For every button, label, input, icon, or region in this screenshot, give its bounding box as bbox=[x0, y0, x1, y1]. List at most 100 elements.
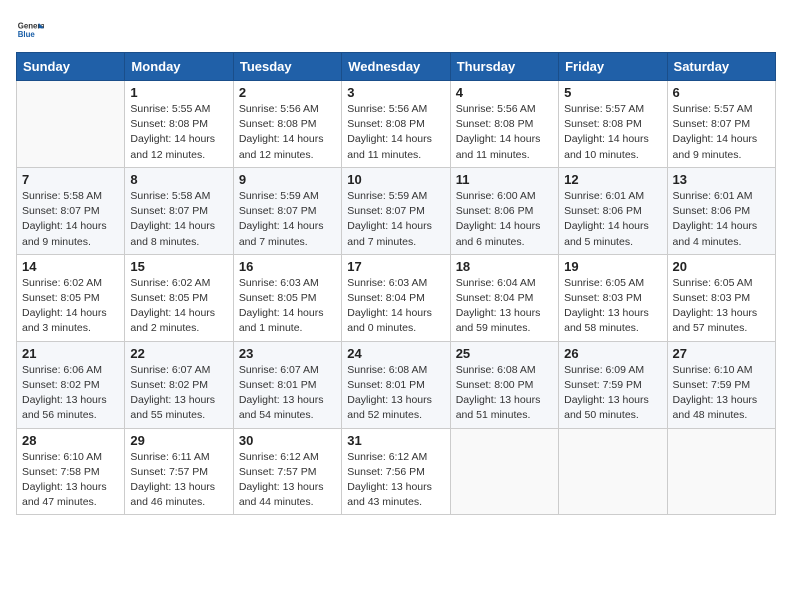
day-number: 3 bbox=[347, 85, 444, 100]
day-info: Sunrise: 6:01 AM Sunset: 8:06 PM Dayligh… bbox=[564, 189, 661, 250]
day-number: 16 bbox=[239, 259, 336, 274]
day-number: 10 bbox=[347, 172, 444, 187]
day-info: Sunrise: 6:11 AM Sunset: 7:57 PM Dayligh… bbox=[130, 450, 227, 511]
day-info: Sunrise: 6:03 AM Sunset: 8:04 PM Dayligh… bbox=[347, 276, 444, 337]
day-info: Sunrise: 6:12 AM Sunset: 7:57 PM Dayligh… bbox=[239, 450, 336, 511]
day-info: Sunrise: 6:09 AM Sunset: 7:59 PM Dayligh… bbox=[564, 363, 661, 424]
day-info: Sunrise: 5:59 AM Sunset: 8:07 PM Dayligh… bbox=[347, 189, 444, 250]
calendar-cell: 4 Sunrise: 5:56 AM Sunset: 8:08 PM Daylig… bbox=[450, 81, 558, 168]
day-number: 14 bbox=[22, 259, 119, 274]
day-number: 20 bbox=[673, 259, 770, 274]
calendar-body: 1 Sunrise: 5:55 AM Sunset: 8:08 PM Daylig… bbox=[17, 81, 776, 515]
day-info: Sunrise: 5:55 AM Sunset: 8:08 PM Dayligh… bbox=[130, 102, 227, 163]
day-number: 4 bbox=[456, 85, 553, 100]
day-number: 26 bbox=[564, 346, 661, 361]
day-info: Sunrise: 5:56 AM Sunset: 8:08 PM Dayligh… bbox=[347, 102, 444, 163]
calendar-cell: 14 Sunrise: 6:02 AM Sunset: 8:05 PM Dayli… bbox=[17, 254, 125, 341]
day-number: 12 bbox=[564, 172, 661, 187]
weekday-friday: Friday bbox=[559, 53, 667, 81]
day-number: 21 bbox=[22, 346, 119, 361]
calendar-cell: 22 Sunrise: 6:07 AM Sunset: 8:02 PM Dayli… bbox=[125, 341, 233, 428]
weekday-monday: Monday bbox=[125, 53, 233, 81]
calendar-cell: 23 Sunrise: 6:07 AM Sunset: 8:01 PM Dayli… bbox=[233, 341, 341, 428]
day-number: 23 bbox=[239, 346, 336, 361]
day-number: 8 bbox=[130, 172, 227, 187]
calendar-cell: 7Sunrise: 5:58 AM Sunset: 8:07 PM Daylig… bbox=[17, 167, 125, 254]
calendar-table: SundayMondayTuesdayWednesdayThursdayFrid… bbox=[16, 52, 776, 515]
calendar-cell: 16 Sunrise: 6:03 AM Sunset: 8:05 PM Dayli… bbox=[233, 254, 341, 341]
svg-text:Blue: Blue bbox=[18, 30, 36, 39]
day-number: 11 bbox=[456, 172, 553, 187]
calendar-cell: 12 Sunrise: 6:01 AM Sunset: 8:06 PM Dayli… bbox=[559, 167, 667, 254]
calendar-cell: 6Sunrise: 5:57 AM Sunset: 8:07 PM Daylig… bbox=[667, 81, 775, 168]
day-number: 22 bbox=[130, 346, 227, 361]
day-number: 29 bbox=[130, 433, 227, 448]
calendar-cell: 9Sunrise: 5:59 AM Sunset: 8:07 PM Daylig… bbox=[233, 167, 341, 254]
day-info: Sunrise: 6:07 AM Sunset: 8:02 PM Dayligh… bbox=[130, 363, 227, 424]
calendar-cell: 30 Sunrise: 6:12 AM Sunset: 7:57 PM Dayli… bbox=[233, 428, 341, 515]
weekday-header-row: SundayMondayTuesdayWednesdayThursdayFrid… bbox=[17, 53, 776, 81]
day-info: Sunrise: 6:03 AM Sunset: 8:05 PM Dayligh… bbox=[239, 276, 336, 337]
calendar-cell bbox=[17, 81, 125, 168]
day-number: 2 bbox=[239, 85, 336, 100]
day-number: 31 bbox=[347, 433, 444, 448]
day-info: Sunrise: 6:07 AM Sunset: 8:01 PM Dayligh… bbox=[239, 363, 336, 424]
day-number: 18 bbox=[456, 259, 553, 274]
day-info: Sunrise: 6:00 AM Sunset: 8:06 PM Dayligh… bbox=[456, 189, 553, 250]
weekday-thursday: Thursday bbox=[450, 53, 558, 81]
day-number: 1 bbox=[130, 85, 227, 100]
day-info: Sunrise: 5:56 AM Sunset: 8:08 PM Dayligh… bbox=[456, 102, 553, 163]
day-info: Sunrise: 5:57 AM Sunset: 8:08 PM Dayligh… bbox=[564, 102, 661, 163]
weekday-saturday: Saturday bbox=[667, 53, 775, 81]
day-number: 25 bbox=[456, 346, 553, 361]
day-number: 5 bbox=[564, 85, 661, 100]
day-number: 9 bbox=[239, 172, 336, 187]
calendar-cell: 25 Sunrise: 6:08 AM Sunset: 8:00 PM Dayli… bbox=[450, 341, 558, 428]
day-number: 24 bbox=[347, 346, 444, 361]
day-info: Sunrise: 5:58 AM Sunset: 8:07 PM Dayligh… bbox=[22, 189, 119, 250]
day-info: Sunrise: 6:02 AM Sunset: 8:05 PM Dayligh… bbox=[130, 276, 227, 337]
calendar-cell: 13Sunrise: 6:01 AM Sunset: 8:06 PM Dayli… bbox=[667, 167, 775, 254]
day-info: Sunrise: 6:10 AM Sunset: 7:59 PM Dayligh… bbox=[673, 363, 770, 424]
logo-icon: General Blue bbox=[16, 16, 44, 44]
day-info: Sunrise: 6:05 AM Sunset: 8:03 PM Dayligh… bbox=[564, 276, 661, 337]
week-row-2: 7Sunrise: 5:58 AM Sunset: 8:07 PM Daylig… bbox=[17, 167, 776, 254]
day-info: Sunrise: 6:04 AM Sunset: 8:04 PM Dayligh… bbox=[456, 276, 553, 337]
day-info: Sunrise: 5:58 AM Sunset: 8:07 PM Dayligh… bbox=[130, 189, 227, 250]
day-number: 28 bbox=[22, 433, 119, 448]
day-info: Sunrise: 5:57 AM Sunset: 8:07 PM Dayligh… bbox=[673, 102, 770, 163]
calendar-cell: 28 Sunrise: 6:10 AM Sunset: 7:58 PM Dayli… bbox=[17, 428, 125, 515]
day-info: Sunrise: 5:56 AM Sunset: 8:08 PM Dayligh… bbox=[239, 102, 336, 163]
calendar-cell: 19Sunrise: 6:05 AM Sunset: 8:03 PM Dayli… bbox=[559, 254, 667, 341]
calendar-cell: 26 Sunrise: 6:09 AM Sunset: 7:59 PM Dayli… bbox=[559, 341, 667, 428]
day-info: Sunrise: 6:12 AM Sunset: 7:56 PM Dayligh… bbox=[347, 450, 444, 511]
calendar-cell: 3 Sunrise: 5:56 AM Sunset: 8:08 PM Daylig… bbox=[342, 81, 450, 168]
day-info: Sunrise: 6:02 AM Sunset: 8:05 PM Dayligh… bbox=[22, 276, 119, 337]
day-info: Sunrise: 6:05 AM Sunset: 8:03 PM Dayligh… bbox=[673, 276, 770, 337]
calendar-cell: 20 Sunrise: 6:05 AM Sunset: 8:03 PM Dayli… bbox=[667, 254, 775, 341]
calendar-cell bbox=[667, 428, 775, 515]
week-row-5: 28 Sunrise: 6:10 AM Sunset: 7:58 PM Dayli… bbox=[17, 428, 776, 515]
calendar-cell: 8 Sunrise: 5:58 AM Sunset: 8:07 PM Daylig… bbox=[125, 167, 233, 254]
day-info: Sunrise: 6:08 AM Sunset: 8:01 PM Dayligh… bbox=[347, 363, 444, 424]
day-number: 15 bbox=[130, 259, 227, 274]
calendar-cell: 18 Sunrise: 6:04 AM Sunset: 8:04 PM Dayli… bbox=[450, 254, 558, 341]
day-number: 27 bbox=[673, 346, 770, 361]
day-info: Sunrise: 6:08 AM Sunset: 8:00 PM Dayligh… bbox=[456, 363, 553, 424]
calendar-cell: 24 Sunrise: 6:08 AM Sunset: 8:01 PM Dayli… bbox=[342, 341, 450, 428]
calendar-cell: 21Sunrise: 6:06 AM Sunset: 8:02 PM Dayli… bbox=[17, 341, 125, 428]
week-row-1: 1 Sunrise: 5:55 AM Sunset: 8:08 PM Daylig… bbox=[17, 81, 776, 168]
day-info: Sunrise: 6:10 AM Sunset: 7:58 PM Dayligh… bbox=[22, 450, 119, 511]
calendar-cell: 1 Sunrise: 5:55 AM Sunset: 8:08 PM Daylig… bbox=[125, 81, 233, 168]
logo: General Blue bbox=[16, 16, 48, 44]
calendar-cell: 17Sunrise: 6:03 AM Sunset: 8:04 PM Dayli… bbox=[342, 254, 450, 341]
week-row-4: 21Sunrise: 6:06 AM Sunset: 8:02 PM Dayli… bbox=[17, 341, 776, 428]
calendar-cell: 29 Sunrise: 6:11 AM Sunset: 7:57 PM Dayli… bbox=[125, 428, 233, 515]
day-number: 30 bbox=[239, 433, 336, 448]
week-row-3: 14 Sunrise: 6:02 AM Sunset: 8:05 PM Dayli… bbox=[17, 254, 776, 341]
weekday-wednesday: Wednesday bbox=[342, 53, 450, 81]
calendar-cell: 2 Sunrise: 5:56 AM Sunset: 8:08 PM Daylig… bbox=[233, 81, 341, 168]
calendar-cell: 10 Sunrise: 5:59 AM Sunset: 8:07 PM Dayli… bbox=[342, 167, 450, 254]
calendar-cell: 27 Sunrise: 6:10 AM Sunset: 7:59 PM Dayli… bbox=[667, 341, 775, 428]
weekday-tuesday: Tuesday bbox=[233, 53, 341, 81]
